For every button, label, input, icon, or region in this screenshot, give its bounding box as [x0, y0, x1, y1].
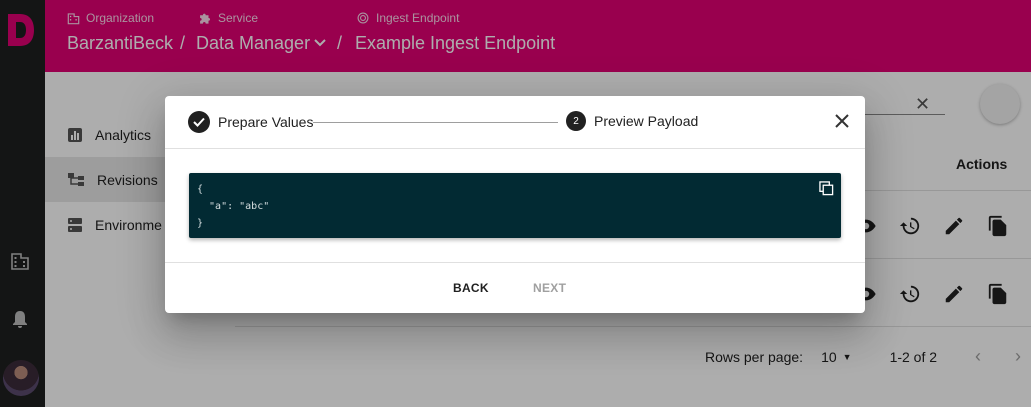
back-button[interactable]: BACK	[453, 275, 489, 301]
next-button[interactable]: NEXT	[533, 275, 566, 301]
step-number: 2	[566, 111, 586, 131]
step-prepare-values[interactable]: Prepare Values	[188, 111, 313, 133]
check-icon	[188, 111, 210, 133]
preview-dialog: Prepare Values 2 Preview Payload { "a": …	[165, 96, 865, 313]
payload-code-block: { "a": "abc"}	[189, 173, 841, 238]
payload-code[interactable]: { "a": "abc"}	[197, 181, 269, 232]
step-connector	[313, 122, 558, 123]
close-icon[interactable]	[831, 110, 853, 132]
stepper: Prepare Values 2 Preview Payload	[165, 96, 865, 149]
dialog-footer: BACK NEXT	[165, 262, 865, 313]
copy-icon[interactable]	[819, 181, 834, 196]
step-preview-payload[interactable]: 2 Preview Payload	[566, 111, 698, 131]
